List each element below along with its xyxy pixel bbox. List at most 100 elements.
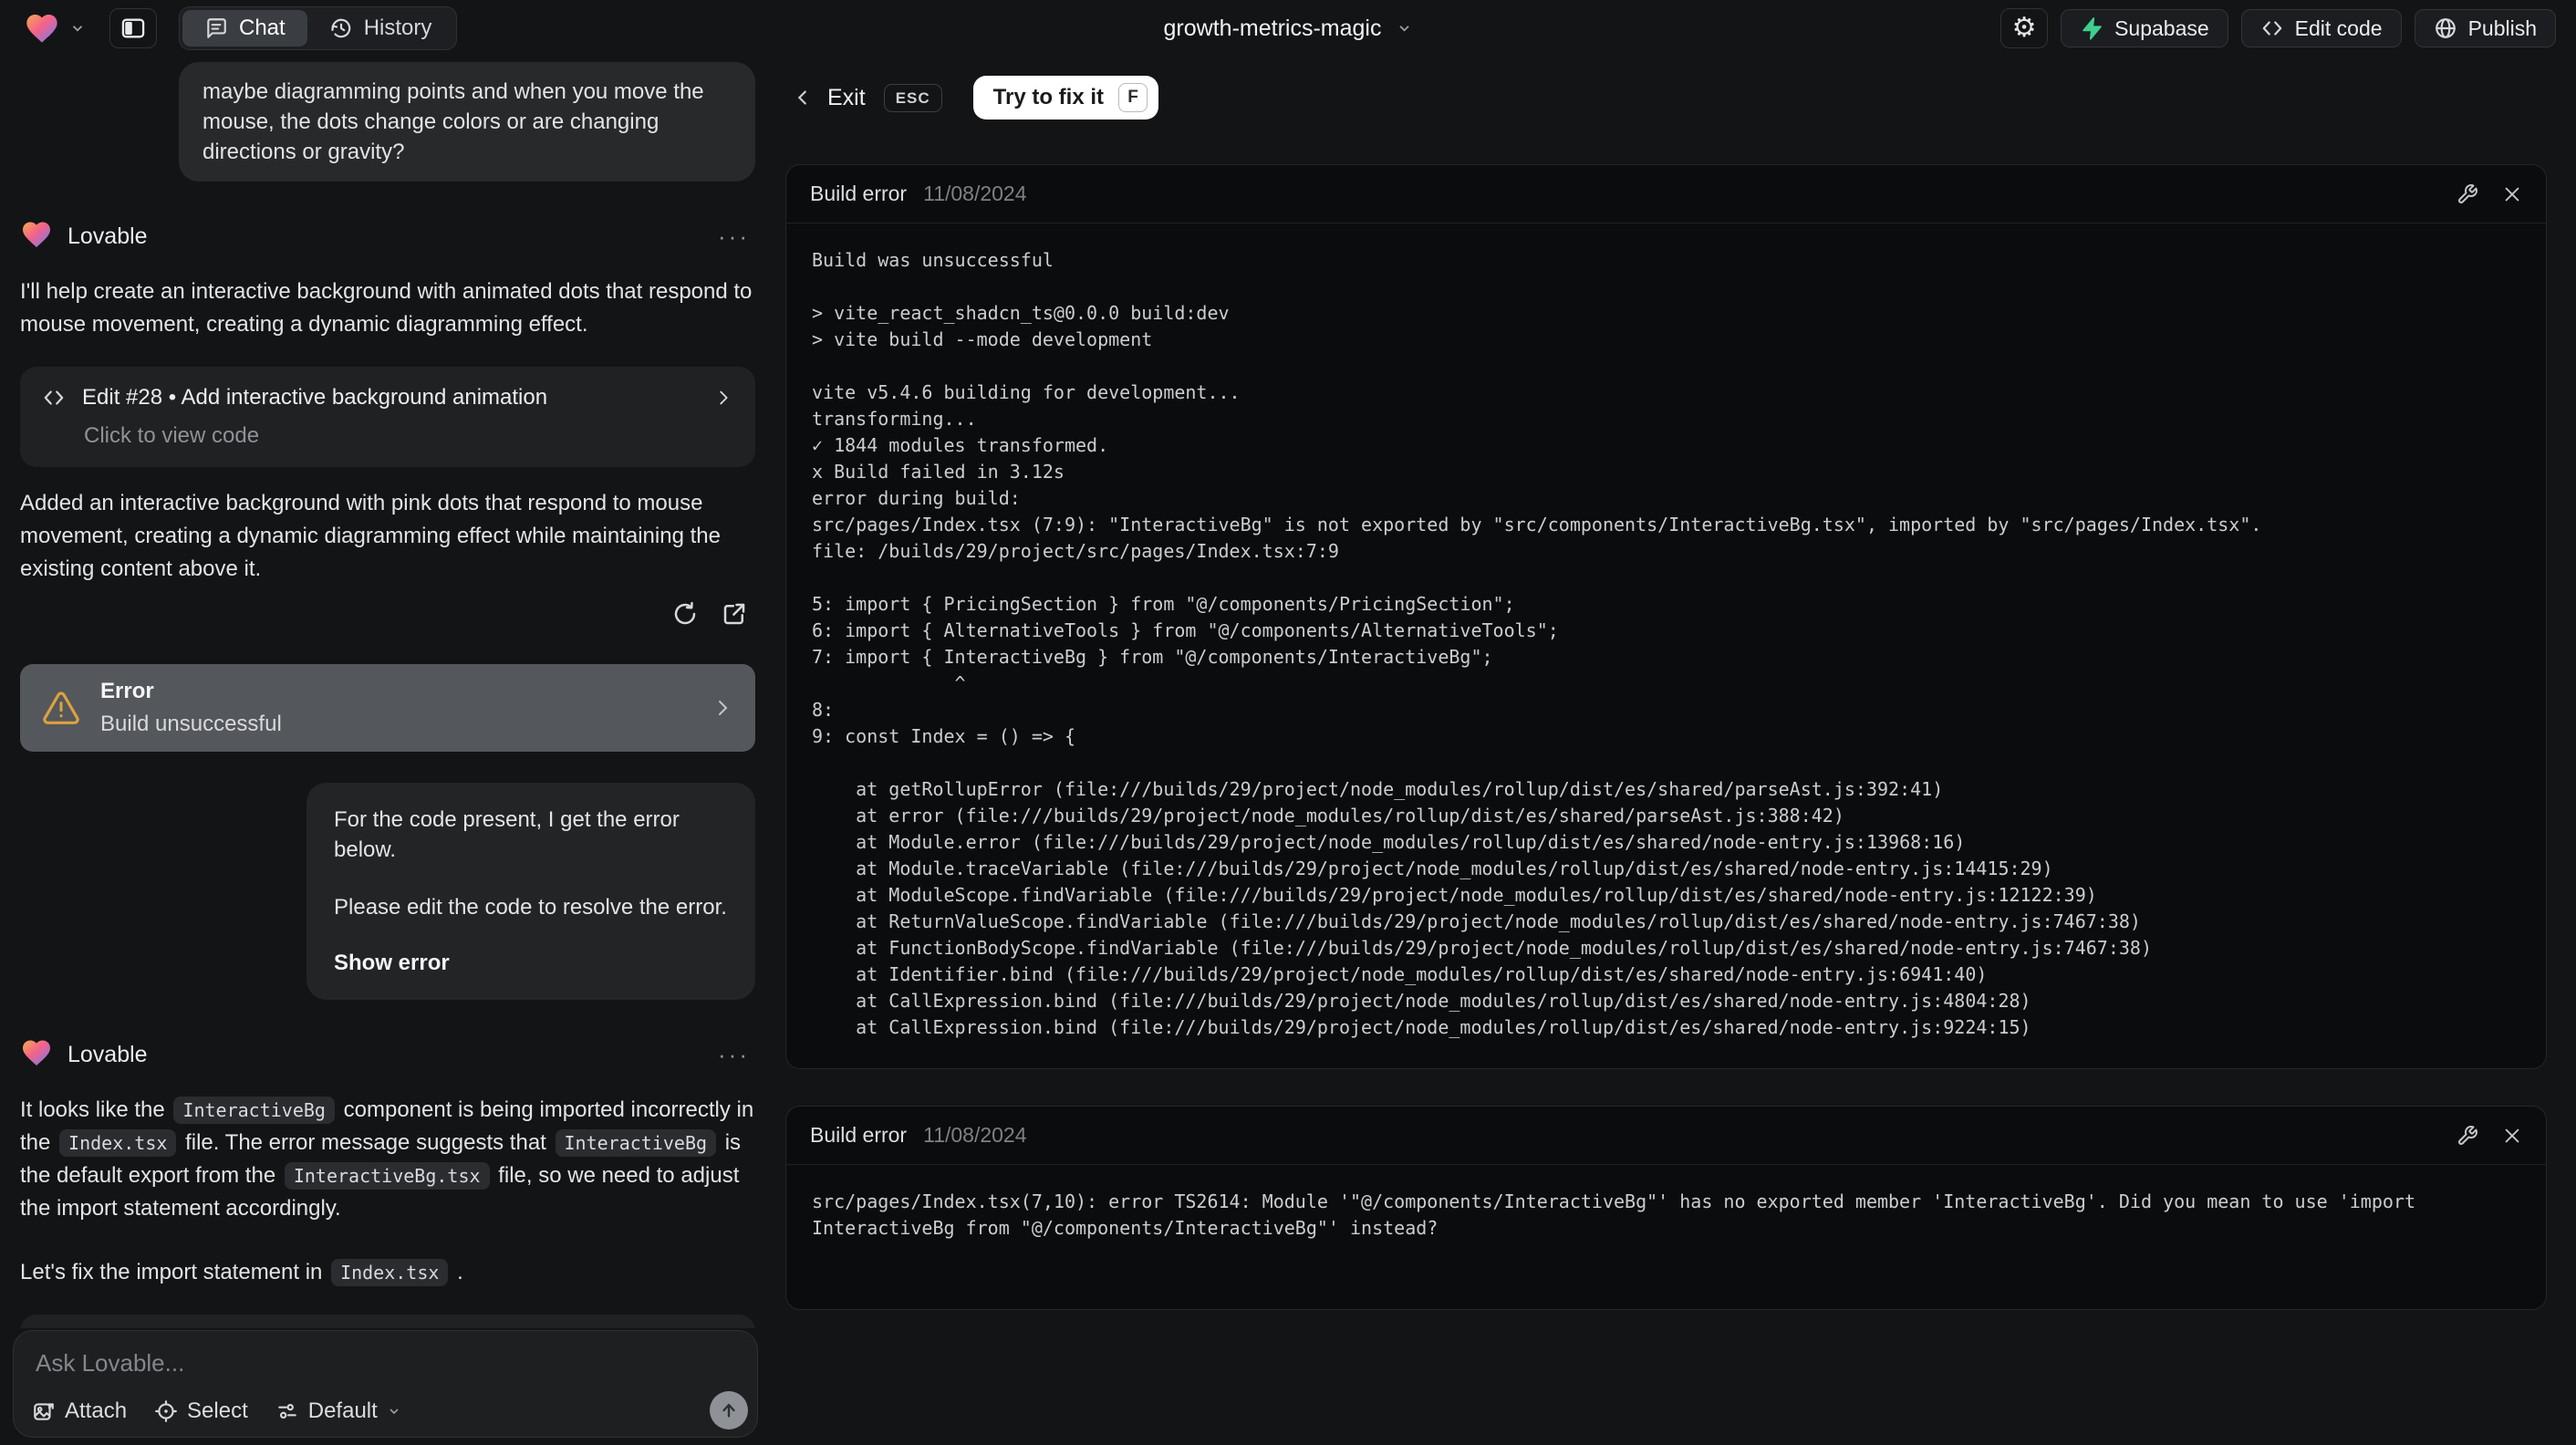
build-error-date: 11/08/2024 (923, 182, 1027, 205)
show-error-link[interactable]: Show error (334, 948, 728, 978)
user-message-text: maybe diagramming points and when you mo… (203, 79, 704, 164)
select-target-icon (155, 1400, 177, 1422)
assistant-paragraph: Added an interactive background with pin… (20, 491, 721, 581)
gear-icon: ⚙ (2011, 13, 2037, 43)
composer-toolbar: Attach Select Default (32, 1398, 739, 1424)
build-error-card-header: Build error 11/08/2024 (786, 165, 2546, 224)
text-segment: Let's fix the import statement in (20, 1260, 329, 1284)
edit-28-title: Edit #28 • Add interactive background an… (82, 385, 548, 410)
close-icon[interactable] (2502, 1126, 2522, 1146)
attach-button[interactable]: Attach (32, 1398, 127, 1424)
console-output: Build was unsuccessful > vite_react_shad… (812, 249, 2262, 1038)
select-button[interactable]: Select (154, 1398, 248, 1424)
chat-composer: Attach Select (13, 1330, 758, 1438)
chevron-down-icon (390, 1409, 399, 1415)
chevron-right-icon (720, 390, 728, 405)
assistant-name: Lovable (68, 224, 148, 249)
more-options-icon[interactable]: ··· (718, 223, 750, 251)
build-error-title: Build error (810, 182, 908, 205)
tab-history[interactable]: History (307, 10, 454, 47)
user-message: maybe diagramming points and when you mo… (179, 62, 755, 182)
console-output: src/pages/Index.tsx(7,10): error TS2614:… (812, 1190, 2427, 1239)
mode-label: Default (307, 1398, 378, 1423)
inline-code: Index.tsx (331, 1259, 449, 1286)
app-window: Chat History growth-metrics-magic ⚙ Supa… (0, 0, 2576, 1445)
close-icon[interactable] (2502, 184, 2522, 204)
preview-header: Exit ESC Try to fix it F (793, 75, 2547, 120)
sidebar-toggle-button[interactable] (109, 8, 157, 48)
supabase-button[interactable]: Supabase (2061, 9, 2228, 47)
chat-panel: maybe diagramming points and when you mo… (0, 57, 771, 1445)
edit-code-button[interactable]: Edit code (2240, 9, 2402, 47)
more-options-icon[interactable]: ··· (718, 1041, 750, 1069)
project-switcher[interactable]: growth-metrics-magic (1164, 16, 1413, 42)
lovable-heart-icon (24, 10, 60, 47)
tab-chat-label: Chat (239, 16, 286, 40)
build-error-date: 11/08/2024 (923, 1123, 1027, 1147)
edit-28-card[interactable]: Edit #28 • Add interactive background an… (20, 367, 755, 467)
build-error-console: Build was unsuccessful > vite_react_shad… (786, 224, 2546, 1068)
text-segment: . (451, 1260, 463, 1284)
publish-button[interactable]: Publish (2414, 9, 2556, 47)
supabase-label: Supabase (2114, 16, 2209, 40)
chat-input[interactable] (36, 1349, 666, 1377)
project-name: growth-metrics-magic (1163, 15, 1382, 41)
globe-icon (2435, 18, 2456, 38)
history-icon (331, 18, 350, 38)
settings-button[interactable]: ⚙ (2000, 8, 2049, 48)
tab-history-label: History (363, 16, 432, 40)
fix-wrench-icon[interactable] (2457, 183, 2478, 205)
attach-label: Attach (65, 1398, 128, 1423)
edit-28-subtitle: Click to view code (84, 423, 260, 448)
message-actions (20, 600, 755, 628)
user-error-line2: Please edit the code to resolve the erro… (334, 895, 727, 920)
assistant-paragraph: Let's fix the import statement in Index.… (20, 1256, 755, 1289)
try-to-fix-label: Try to fix it (992, 85, 1105, 109)
select-label: Select (187, 1398, 248, 1423)
assistant-paragraph: I'll help create an interactive backgrou… (20, 279, 753, 337)
lovable-logo-menu[interactable] (24, 10, 86, 47)
lovable-heart-icon (20, 1036, 53, 1074)
exit-button[interactable]: Exit (827, 85, 866, 111)
assistant-message-header: Lovable ··· (20, 218, 755, 255)
preview-panel: Exit ESC Try to fix it F Build error 11/… (771, 57, 2576, 1445)
panel-left-icon (121, 18, 145, 38)
f-key-badge: F (1118, 83, 1148, 112)
tab-chat[interactable]: Chat (182, 10, 307, 47)
mode-dropdown[interactable]: Default (275, 1398, 401, 1424)
error-card-title: Error (100, 679, 154, 703)
assistant-paragraph: It looks like the InteractiveBg componen… (20, 1094, 755, 1225)
warning-triangle-icon (43, 691, 79, 724)
build-error-log-card-1: Build error 11/08/2024 Build was unsucce… (785, 164, 2547, 1069)
build-error-card-header: Build error 11/08/2024 (786, 1107, 2546, 1165)
user-error-line1: For the code present, I get the error be… (334, 807, 680, 862)
error-card-subtitle: Build unsuccessful (100, 712, 282, 736)
build-error-console: src/pages/Index.tsx(7,10): error TS2614:… (786, 1165, 2546, 1309)
esc-key-badge: ESC (883, 83, 942, 112)
open-external-icon[interactable] (721, 600, 748, 628)
chevron-left-icon[interactable] (793, 88, 813, 108)
chevron-down-icon (72, 26, 83, 32)
assistant-message-header: Lovable ··· (20, 1036, 755, 1074)
supabase-bolt-icon (2083, 17, 2102, 40)
main-area: maybe diagramming points and when you mo… (0, 57, 2576, 1445)
text-segment: It looks like the (20, 1097, 171, 1122)
restore-icon[interactable] (671, 600, 699, 628)
code-brackets-icon (2262, 21, 2281, 36)
fix-wrench-icon[interactable] (2457, 1125, 2478, 1147)
send-button[interactable] (710, 1391, 748, 1429)
sliders-icon (278, 1403, 296, 1419)
chat-history-tabs: Chat History (179, 6, 458, 50)
try-to-fix-button[interactable]: Try to fix it F (972, 76, 1159, 120)
build-error-log-card-2: Build error 11/08/2024 src/pages/Index.t… (785, 1106, 2547, 1310)
arrow-up-icon (722, 1403, 735, 1418)
build-error-card[interactable]: Error Build unsuccessful (20, 664, 755, 752)
edit-29-card[interactable]: Edit #29 • Fix import error for Interact… (20, 1315, 755, 1328)
chevron-down-icon (1399, 26, 1409, 32)
inline-code: InteractiveBg (173, 1097, 335, 1124)
chevron-right-icon (719, 701, 728, 715)
top-bar: Chat History growth-metrics-magic ⚙ Supa… (0, 0, 2576, 57)
chat-messages: maybe diagramming points and when you mo… (0, 57, 771, 1328)
code-brackets-icon (44, 390, 64, 405)
publish-label: Publish (2467, 16, 2537, 40)
